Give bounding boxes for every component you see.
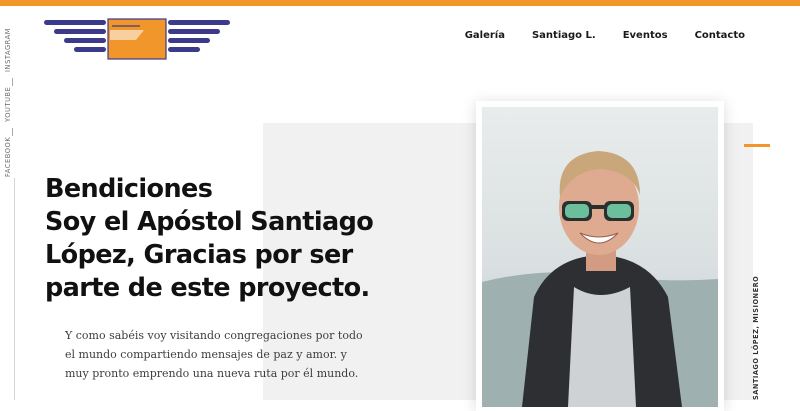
social-divider xyxy=(12,78,13,86)
nav-eventos[interactable]: Eventos xyxy=(623,30,668,41)
top-accent-bar xyxy=(0,0,800,6)
profile-photo xyxy=(482,107,718,407)
hero-description: Y como sabéis voy visitando congregacion… xyxy=(65,326,365,383)
social-youtube[interactable]: YOUTUBE xyxy=(4,87,12,122)
description-line: Y como sabéis voy visitando congregacion… xyxy=(65,329,363,342)
profile-photo-card xyxy=(476,101,724,411)
headline-line: López, Gracias por ser xyxy=(45,240,353,270)
winged-logo-icon[interactable] xyxy=(40,18,234,62)
social-vertical-line xyxy=(14,178,15,400)
nav-galeria[interactable]: Galería xyxy=(465,30,505,41)
social-instagram[interactable]: INSTAGRAM xyxy=(4,28,12,72)
photo-caption: SANTIAGO LÓPEZ, MISIONERO xyxy=(752,275,760,400)
nav-contacto[interactable]: Contacto xyxy=(695,30,745,41)
social-links: INSTAGRAM YOUTUBE FACEBOOK xyxy=(4,28,24,180)
headline-line: parte de este proyecto. xyxy=(45,273,370,303)
headline-line: Soy el Apóstol Santiago xyxy=(45,207,374,237)
accent-dash xyxy=(744,144,770,147)
description-line: el mundo compartiendo mensajes de paz y … xyxy=(65,348,347,361)
nav-santiago[interactable]: Santiago L. xyxy=(532,30,596,41)
headline-line: Bendiciones xyxy=(45,174,213,204)
social-facebook[interactable]: FACEBOOK xyxy=(4,137,12,177)
hero-headline: Bendiciones Soy el Apóstol Santiago Lópe… xyxy=(45,173,405,305)
social-divider xyxy=(12,128,13,136)
description-line: muy pronto emprendo una nueva ruta por é… xyxy=(65,367,359,380)
main-nav: Galería Santiago L. Eventos Contacto xyxy=(465,30,745,41)
